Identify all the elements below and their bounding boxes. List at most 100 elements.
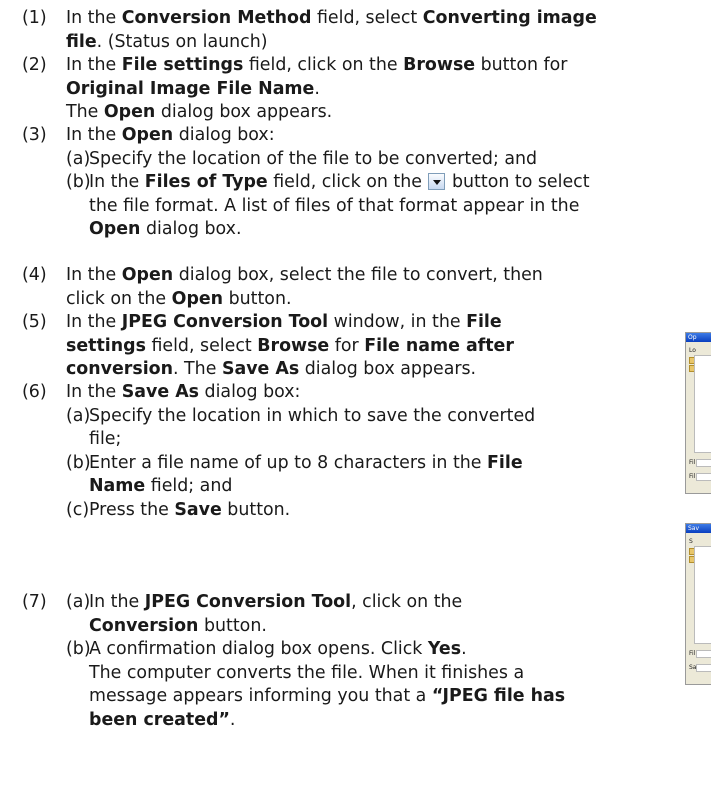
text: . — [314, 78, 320, 99]
text: In the — [66, 55, 122, 75]
file-type-field — [696, 473, 711, 481]
sub-step-label: (a) — [66, 405, 91, 426]
file-name-field — [696, 650, 711, 658]
step-number: (4) — [22, 265, 47, 285]
step-number: (6) — [22, 382, 47, 402]
text: . (Status on launch) — [96, 31, 268, 52]
text: The — [66, 102, 104, 123]
bold-text: Converting image — [422, 8, 597, 28]
text: Specify the location in which to save th… — [89, 405, 536, 426]
text: button. — [223, 288, 292, 309]
file-name-field — [696, 459, 711, 467]
bold-text: Open — [171, 288, 224, 309]
text: field; and — [145, 476, 233, 497]
bold-text: Yes — [427, 639, 462, 660]
sub-step-label: (c) — [66, 499, 90, 520]
bold-text: Open — [103, 102, 156, 123]
bold-text: Conversion Method — [121, 8, 312, 28]
text: the file format. A list of files of that… — [89, 195, 580, 216]
bold-text: Open — [121, 265, 174, 285]
text: Press the — [89, 499, 175, 520]
step-3: (3) In the Open dialog box: (a) Specify … — [22, 124, 710, 242]
step-5: (5) In the JPEG Conversion Tool window, … — [22, 311, 710, 382]
bold-text: File — [487, 452, 523, 473]
text: Enter a file name of up to 8 characters … — [89, 452, 488, 473]
bold-text: File — [466, 312, 502, 332]
step-7: (7) (a) In the JPEG Conversion Tool, cli… — [22, 591, 710, 733]
bold-text: been created” — [89, 709, 230, 730]
text: A confirmation dialog box opens. Click — [89, 639, 428, 660]
sub-step-b: (b) In the Files of Type field, click on… — [66, 171, 710, 242]
text: dialog box, select the file to convert, … — [173, 265, 543, 285]
text: for — [329, 335, 365, 356]
step-6: (6) In the Save As dialog box: (a) Speci… — [22, 381, 710, 523]
text: In the — [66, 8, 122, 28]
text: In the — [66, 382, 122, 402]
instruction-page: (1) In the Conversion Method field, sele… — [0, 0, 711, 791]
bold-text: settings — [66, 335, 146, 356]
open-dialog-thumbnail: Op Lo Fil Fil — [685, 332, 711, 494]
bold-text: Open — [121, 125, 174, 145]
sub-step-label: (a) — [66, 592, 91, 612]
text: In the — [66, 265, 122, 285]
step-2: (2) In the File settings field, click on… — [22, 54, 710, 125]
sub-step-a: (a) Specify the location of the file to … — [66, 148, 710, 172]
text: message appears informing you that a — [89, 686, 432, 707]
step-number: (7) — [22, 592, 47, 612]
bold-text: File name after — [364, 335, 514, 356]
bold-text: Files of Type — [144, 172, 268, 193]
bold-text: JPEG Conversion Tool — [121, 312, 329, 332]
sub-step-a: (a) In the JPEG Conversion Tool, click o… — [66, 591, 710, 638]
text: , click on the — [351, 592, 463, 612]
text: Specify the location of the file to be c… — [89, 148, 538, 169]
dropdown-arrow-button-icon — [428, 173, 446, 191]
bold-text: Save As — [121, 382, 200, 402]
bold-text: Open — [89, 219, 141, 240]
sub-step-label: (b) — [66, 452, 91, 473]
text: file; — [89, 429, 122, 450]
text: button to select — [446, 172, 590, 193]
text: . The — [173, 359, 222, 380]
text: In the — [66, 312, 122, 332]
save-as-type-field — [696, 664, 711, 672]
sub-step-a: (a) Specify the location in which to sav… — [66, 405, 710, 452]
bold-text: Save — [174, 499, 222, 520]
text: field, select — [311, 8, 423, 28]
step-number: (2) — [22, 55, 47, 75]
text: . — [461, 639, 467, 660]
text: dialog box appears. — [155, 102, 333, 123]
bold-text: Save As — [221, 359, 300, 380]
look-in-label: Lo — [689, 347, 696, 354]
step-1: (1) In the Conversion Method field, sele… — [22, 7, 710, 54]
dialog-title-bar: Sav — [686, 524, 711, 533]
text: field, click on the — [243, 55, 404, 75]
bold-text: Browse — [257, 335, 330, 356]
text: button. — [221, 499, 291, 520]
sub-step-label: (a) — [66, 148, 91, 169]
text: dialog box. — [140, 219, 242, 240]
text: button for — [475, 55, 568, 75]
bold-text: Browse — [403, 55, 476, 75]
text: window, in the — [328, 312, 467, 332]
text: . — [229, 709, 236, 730]
sub-step-b: (b) A confirmation dialog box opens. Cli… — [66, 638, 710, 732]
text: dialog box appears. — [299, 359, 477, 380]
text: dialog box: — [173, 125, 275, 145]
bold-text: Name — [89, 476, 146, 497]
text: In the — [89, 172, 145, 193]
text: dialog box: — [199, 382, 301, 402]
file-name-label: Fil — [689, 650, 696, 657]
file-name-label: Fil — [689, 459, 696, 466]
sub-step-label: (b) — [66, 172, 91, 193]
step-number: (1) — [22, 8, 47, 28]
step-number: (3) — [22, 125, 47, 145]
step-4: (4) In the Open dialog box, select the f… — [22, 264, 710, 311]
bold-text: File settings — [121, 55, 244, 75]
bold-text: Original Image File Name — [66, 78, 315, 99]
bold-text: file — [66, 31, 97, 52]
save-in-label: S — [689, 538, 693, 545]
bold-text: JPEG Conversion Tool — [144, 592, 352, 612]
sub-step-b: (b) Enter a file name of up to 8 charact… — [66, 452, 710, 499]
sub-step-c: (c) Press the Save button. — [66, 499, 710, 523]
file-list-pane — [694, 355, 711, 453]
